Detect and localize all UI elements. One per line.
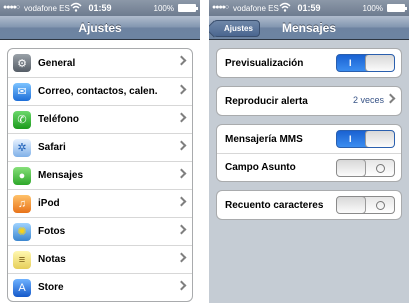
settings-item-label: Store <box>38 282 64 293</box>
subject-field-label: Campo Asunto <box>225 162 296 173</box>
chevron-right-icon <box>176 168 187 179</box>
toggle-knob <box>365 55 394 71</box>
chevron-right-icon <box>385 93 396 104</box>
settings-item-store[interactable]: A Store <box>8 273 192 301</box>
nav-title: Ajustes <box>78 21 122 35</box>
settings-item-label: Teléfono <box>38 114 79 125</box>
character-count-row: Recuento caracteres <box>217 191 401 219</box>
toggle-on-mark: I <box>349 58 352 68</box>
battery-icon <box>387 4 407 12</box>
battery-percent: 100% <box>362 4 383 13</box>
mms-toggle[interactable]: I <box>336 130 395 148</box>
mms-row: Mensajería MMS I <box>217 125 401 153</box>
settings-item-label: Correo, contactos, calen. <box>38 86 158 97</box>
navigation-bar: Ajustes Mensajes <box>209 16 409 40</box>
settings-item-label: iPod <box>38 198 60 209</box>
settings-item-notes[interactable]: ≡ Notas <box>8 245 192 273</box>
nav-title: Mensajes <box>281 21 337 35</box>
settings-item-ipod[interactable]: ♫ iPod <box>8 189 192 217</box>
music-icon: ♫ <box>13 194 31 213</box>
toggle-knob <box>337 197 366 213</box>
settings-item-label: Safari <box>38 142 66 153</box>
navigation-bar: Ajustes <box>0 16 200 40</box>
status-bar: ●●●●○ vodafone ES 01:59 100% <box>0 0 200 16</box>
settings-item-photos[interactable]: ✺ Fotos <box>8 217 192 245</box>
messages-settings-screen: ●●●●○ vodafone ES 01:59 100% Ajustes Men… <box>209 0 409 303</box>
settings-item-phone[interactable]: ✆ Teléfono <box>8 105 192 133</box>
notepad-icon: ≡ <box>13 250 31 269</box>
repeat-alert-row[interactable]: Reproducir alerta 2 veces <box>217 87 401 115</box>
chevron-right-icon <box>176 140 187 151</box>
gear-icon: ⚙ <box>13 54 31 72</box>
toggle-on-mark: I <box>349 134 352 144</box>
preview-row: Previsualización I <box>217 49 401 77</box>
settings-item-label: Mensajes <box>38 170 84 181</box>
character-count-group: Recuento caracteres <box>216 190 402 220</box>
character-count-label: Recuento caracteres <box>225 199 324 211</box>
chevron-right-icon <box>176 112 187 123</box>
mail-icon: ✉ <box>13 82 31 101</box>
alert-group: Reproducir alerta 2 veces <box>216 86 402 116</box>
compass-icon: ✲ <box>13 138 31 157</box>
mms-group: Mensajería MMS I Campo Asunto <box>216 124 402 182</box>
settings-item-safari[interactable]: ✲ Safari <box>8 133 192 161</box>
chevron-right-icon <box>176 280 187 291</box>
sunflower-icon: ✺ <box>13 222 31 241</box>
preview-label: Previsualización <box>225 57 304 69</box>
subject-field-toggle[interactable] <box>336 159 395 177</box>
phone-icon: ✆ <box>13 110 31 129</box>
settings-item-mail[interactable]: ✉ Correo, contactos, calen. <box>8 77 192 105</box>
chevron-right-icon <box>176 252 187 263</box>
chevron-right-icon <box>176 224 187 235</box>
toggle-knob <box>365 131 394 147</box>
toggle-off-mark <box>376 201 385 210</box>
settings-screen: ●●●●○ vodafone ES 01:59 100% Ajustes ⚙ G… <box>0 0 200 303</box>
status-bar: ●●●●○ vodafone ES 01:59 100% <box>209 0 409 16</box>
settings-list: ⚙ General ✉ Correo, contactos, calen. ✆ … <box>7 48 193 302</box>
settings-item-label: Fotos <box>38 226 66 237</box>
chevron-right-icon <box>176 84 187 95</box>
chevron-right-icon <box>176 55 187 66</box>
repeat-alert-value: 2 veces <box>352 95 384 105</box>
repeat-alert-label: Reproducir alerta <box>225 95 308 107</box>
settings-item-general[interactable]: ⚙ General <box>8 49 192 77</box>
preview-toggle[interactable]: I <box>336 54 395 72</box>
settings-item-label: Notas <box>38 254 66 265</box>
character-count-toggle[interactable] <box>336 196 395 214</box>
message-icon: ● <box>13 166 31 185</box>
subject-field-row: Campo Asunto <box>217 153 401 181</box>
mms-label: Mensajería MMS <box>225 133 303 145</box>
chevron-right-icon <box>176 196 187 207</box>
preview-group: Previsualización I <box>216 48 402 78</box>
app-store-icon: A <box>13 278 31 297</box>
settings-item-label: General <box>38 57 76 69</box>
toggle-off-mark <box>376 164 385 173</box>
battery-icon <box>178 4 198 12</box>
settings-item-messages[interactable]: ● Mensajes <box>8 161 192 189</box>
battery-percent: 100% <box>153 4 174 13</box>
toggle-knob <box>337 160 366 176</box>
